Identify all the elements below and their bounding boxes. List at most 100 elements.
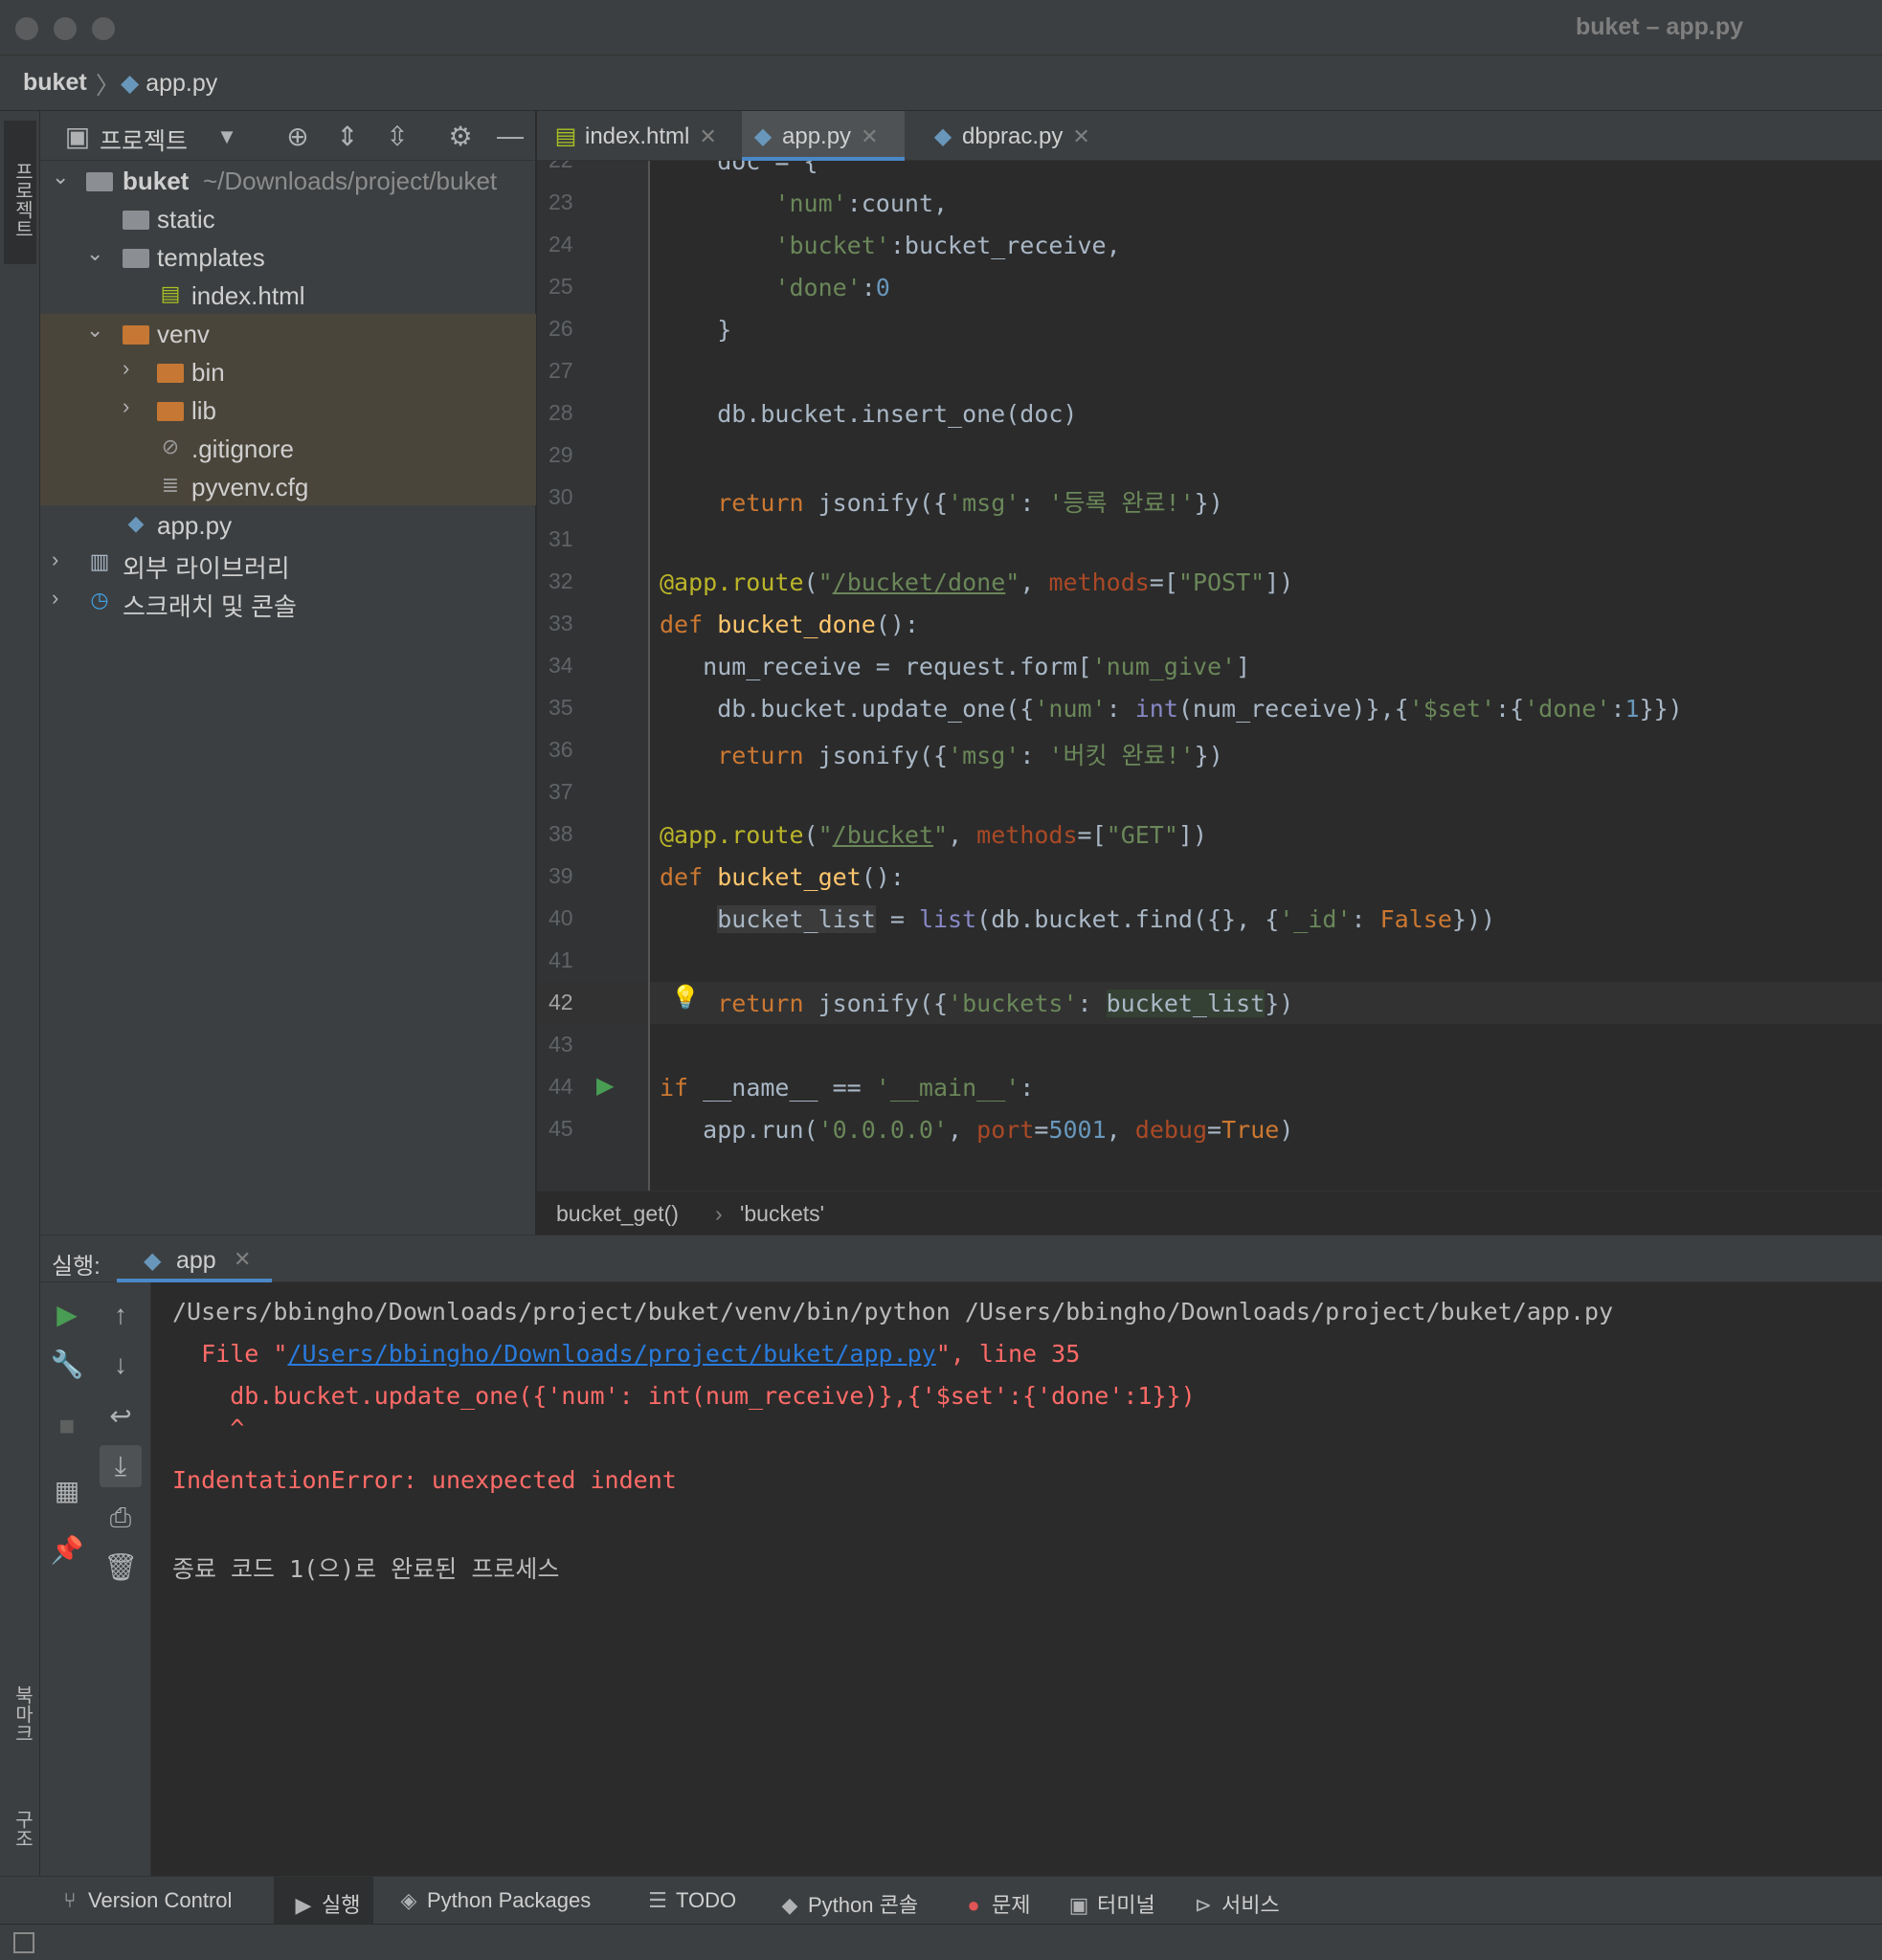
run-console[interactable]: /Users/bbingho/Downloads/project/buket/v… bbox=[151, 1282, 1882, 1876]
code-line[interactable]: 37 bbox=[537, 771, 1882, 813]
project-view-selector[interactable]: 프로젝트 bbox=[100, 122, 188, 157]
locate-file-icon[interactable]: ⊕ bbox=[281, 121, 314, 152]
tab-index-html[interactable]: ▤ index.html ✕ bbox=[554, 111, 748, 161]
tree-item-templates[interactable]: ⌄ templates bbox=[40, 237, 536, 276]
line-number: 36 bbox=[549, 737, 573, 762]
stop-icon[interactable]: ■ bbox=[46, 1405, 88, 1447]
code-text: return jsonify({'msg': '등록 완료!'}) bbox=[717, 489, 1223, 517]
tree-item-external-libraries[interactable]: › ▥ 외부 라이브러리 bbox=[40, 544, 536, 583]
code-line[interactable]: 32 @app.route("/bucket/done", methods=["P… bbox=[537, 561, 1882, 603]
tool-python-console[interactable]: ◆ Python 콘솔 bbox=[777, 1877, 919, 1925]
tool-label: 터미널 bbox=[1097, 1893, 1155, 1917]
nav-crumb-file[interactable]: ◆ app.py bbox=[121, 69, 217, 98]
run-gutter-icon[interactable]: ▶ bbox=[596, 1072, 614, 1100]
ignore-file-icon: ⊘ bbox=[161, 434, 180, 458]
code-line[interactable]: 41 bbox=[537, 940, 1882, 982]
code-line-current[interactable]: 42 💡 return jsonify({'buckets': bucket_li… bbox=[537, 982, 1882, 1024]
tree-item-gitignore[interactable]: ⊘ .gitignore bbox=[40, 429, 536, 467]
hide-icon[interactable]: — bbox=[494, 121, 527, 151]
tree-item-lib[interactable]: › lib bbox=[40, 390, 536, 429]
tree-item-venv[interactable]: ⌄ venv bbox=[40, 314, 536, 352]
stripe-button-structure[interactable]: 구조 bbox=[4, 1786, 36, 1872]
layout-icon[interactable]: ▦ bbox=[46, 1470, 88, 1512]
chevron-down-icon[interactable]: ⌄ bbox=[52, 165, 75, 189]
chevron-right-icon[interactable]: › bbox=[123, 394, 146, 419]
breadcrumb-function[interactable]: bucket_get() bbox=[556, 1201, 679, 1227]
run-tab-app[interactable]: ◆ app ✕ bbox=[117, 1236, 272, 1283]
console-file-link[interactable]: /Users/bbingho/Downloads/project/buket/a… bbox=[287, 1340, 935, 1368]
code-line[interactable]: 45 app.run('0.0.0.0', port=5001, debug=T… bbox=[537, 1108, 1882, 1150]
close-icon[interactable]: ✕ bbox=[1072, 124, 1089, 148]
code-line[interactable]: 36 return jsonify({'msg': '버킷 완료!'}) bbox=[537, 729, 1882, 771]
chevron-right-icon[interactable]: › bbox=[52, 547, 75, 572]
code-text: def bucket_done(): bbox=[660, 611, 919, 638]
tree-item-bin[interactable]: › bin bbox=[40, 352, 536, 390]
arrow-down-icon[interactable]: ↓ bbox=[100, 1344, 142, 1386]
rerun-icon[interactable]: ▶ bbox=[46, 1294, 88, 1336]
zoom-window-button[interactable] bbox=[92, 17, 115, 40]
print-icon[interactable]: ⎙ bbox=[100, 1497, 142, 1539]
code-line[interactable]: 23 'num':count, bbox=[537, 182, 1882, 224]
gear-icon[interactable]: ⚙ bbox=[444, 121, 477, 152]
close-icon[interactable]: ✕ bbox=[699, 124, 716, 148]
tool-todo[interactable]: ☰ TODO bbox=[645, 1877, 736, 1925]
code-line[interactable]: 38 @app.route("/bucket", methods=["GET"]) bbox=[537, 813, 1882, 856]
scroll-to-end-icon[interactable]: ⤓ bbox=[100, 1445, 142, 1487]
nav-crumb-project[interactable]: buket bbox=[23, 69, 87, 97]
breadcrumb-key[interactable]: 'buckets' bbox=[740, 1201, 824, 1227]
stripe-button-project[interactable]: 프로젝트 bbox=[4, 121, 36, 264]
chevron-right-icon[interactable]: › bbox=[123, 356, 146, 381]
code-line[interactable]: 44 ▶ if __name__ == '__main__': bbox=[537, 1066, 1882, 1108]
tool-windows-toggle-icon[interactable] bbox=[13, 1932, 34, 1953]
line-number: 29 bbox=[549, 442, 573, 467]
tool-version-control[interactable]: ⑂ Version Control bbox=[57, 1877, 232, 1925]
tool-services[interactable]: ⊳ 서비스 bbox=[1191, 1877, 1280, 1925]
code-line[interactable]: 29 bbox=[537, 434, 1882, 477]
code-line[interactable]: 33 def bucket_done(): bbox=[537, 603, 1882, 645]
tree-item-index-html[interactable]: ▤ index.html bbox=[40, 276, 536, 314]
chevron-down-icon[interactable]: ⌄ bbox=[86, 318, 109, 343]
stripe-button-bookmarks[interactable]: 북마크 bbox=[4, 1661, 36, 1767]
tree-item-buket[interactable]: ⌄ buket ~/Downloads/project/buket bbox=[40, 161, 536, 199]
code-line[interactable]: 25 'done':0 bbox=[537, 266, 1882, 308]
tree-item-app-py[interactable]: ◆ app.py bbox=[40, 505, 536, 544]
code-line[interactable]: 27 bbox=[537, 350, 1882, 392]
line-number: 22 bbox=[549, 161, 596, 173]
tool-run[interactable]: ▶ 실행 bbox=[274, 1877, 373, 1925]
trash-icon[interactable]: 🗑 bbox=[100, 1547, 142, 1589]
tool-terminal[interactable]: ▣ 터미널 bbox=[1066, 1877, 1155, 1925]
code-line[interactable]: 22 doc = { bbox=[537, 161, 1882, 182]
tool-python-packages[interactable]: ◈ Python Packages bbox=[396, 1877, 592, 1925]
code-line[interactable]: 31 bbox=[537, 519, 1882, 561]
tool-problems[interactable]: ● 문제 bbox=[961, 1877, 1030, 1925]
code-line[interactable]: 30 return jsonify({'msg': '등록 완료!'}) bbox=[537, 477, 1882, 519]
code-line[interactable]: 43 bbox=[537, 1024, 1882, 1066]
collapse-all-icon[interactable]: ⇳ bbox=[381, 121, 414, 152]
tree-item-static[interactable]: static bbox=[40, 199, 536, 237]
code-editor[interactable]: 22 doc = { 23 'num':count, 24 'bucket':b… bbox=[537, 161, 1882, 1191]
chevron-down-icon[interactable]: ⌄ bbox=[86, 241, 109, 266]
code-line[interactable]: 39 def bucket_get(): bbox=[537, 856, 1882, 898]
tree-item-scratches[interactable]: › ◷ 스크래치 및 콘솔 bbox=[40, 582, 536, 621]
wrench-icon[interactable]: 🔧 bbox=[46, 1344, 88, 1386]
tab-dbprac-py[interactable]: ◆ dbprac.py ✕ bbox=[924, 111, 1106, 161]
code-line[interactable]: 40 bucket_list = list(db.bucket.find({},… bbox=[537, 898, 1882, 940]
minimize-window-button[interactable] bbox=[54, 17, 77, 40]
close-window-button[interactable] bbox=[15, 17, 38, 40]
close-icon[interactable]: ✕ bbox=[234, 1247, 251, 1272]
pin-icon[interactable]: 📌 bbox=[46, 1529, 88, 1571]
chevron-down-icon[interactable]: ▼ bbox=[211, 124, 243, 149]
soft-wrap-icon[interactable]: ↩ bbox=[100, 1395, 142, 1437]
code-line[interactable]: 26 } bbox=[537, 308, 1882, 350]
tree-item-pyvenv-cfg[interactable]: ≣ pyvenv.cfg bbox=[40, 467, 536, 505]
chevron-right-icon[interactable]: › bbox=[52, 586, 75, 611]
code-line[interactable]: 34 num_receive = request.form['num_give'… bbox=[537, 645, 1882, 687]
code-line[interactable]: 35 db.bucket.update_one({'num': int(num_… bbox=[537, 687, 1882, 729]
code-line[interactable]: 24 'bucket':bucket_receive, bbox=[537, 224, 1882, 266]
code-line[interactable]: 28 db.bucket.insert_one(doc) bbox=[537, 392, 1882, 434]
expand-all-icon[interactable]: ⇕ bbox=[331, 121, 364, 152]
close-icon[interactable]: ✕ bbox=[861, 124, 878, 148]
tab-app-py[interactable]: ◆ app.py ✕ bbox=[742, 111, 905, 161]
arrow-up-icon[interactable]: ↑ bbox=[100, 1294, 142, 1336]
bottom-tool-bar: ⑂ Version Control ▶ 실행 ◈ Python Packages ☰ T… bbox=[0, 1876, 1882, 1925]
